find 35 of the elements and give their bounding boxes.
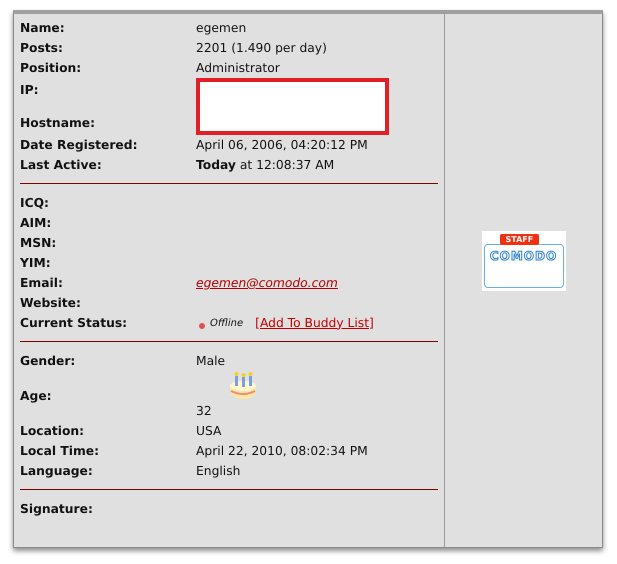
field-label: Name: (20, 20, 66, 37)
field-label: AIM: (20, 215, 52, 232)
field-label: Language: (20, 463, 94, 480)
field-value: English (196, 463, 240, 480)
field-value: Today at 12:08:37 AM (196, 157, 334, 174)
field-label: Email: (20, 275, 64, 292)
email-link[interactable]: egemen@comodo.com (196, 273, 338, 293)
field-label: Location: (20, 423, 86, 440)
field-label: Local Time: (20, 443, 100, 460)
field-label: MSN: (20, 235, 58, 252)
field-label: Age: (20, 388, 53, 405)
field-value: Administrator (196, 60, 280, 77)
field-label: Gender: (20, 353, 76, 370)
field-value: USA (196, 423, 222, 440)
field-label: Posts: (20, 40, 64, 57)
field-label: Date Registered: (20, 137, 138, 154)
field-label: Current Status: (20, 315, 128, 332)
badge-label: STAFF (500, 234, 540, 244)
field-label: Hostname: (20, 115, 96, 132)
field-label: Position: (20, 60, 82, 77)
field-label: Last Active: (20, 157, 103, 174)
field-label: Website: (20, 295, 82, 312)
field-value: egemen (196, 20, 246, 37)
field-value: April 22, 2010, 08:02:34 PM (196, 443, 368, 460)
field-value: 2201 (1.490 per day) (196, 40, 327, 57)
field-label: Signature: (20, 501, 94, 518)
field-value: April 06, 2006, 04:20:12 PM (196, 137, 368, 154)
status-text: Offline (210, 316, 244, 330)
field-value: Male (196, 353, 226, 370)
field-label: YIM: (20, 255, 52, 272)
field-label: ICQ: (20, 195, 50, 212)
field-label: IP: (20, 82, 40, 99)
badge-logo-text: COMODO (490, 248, 558, 262)
field-value: 32 (196, 403, 213, 420)
buddy-link[interactable]: [Add To Buddy List] (255, 314, 374, 332)
